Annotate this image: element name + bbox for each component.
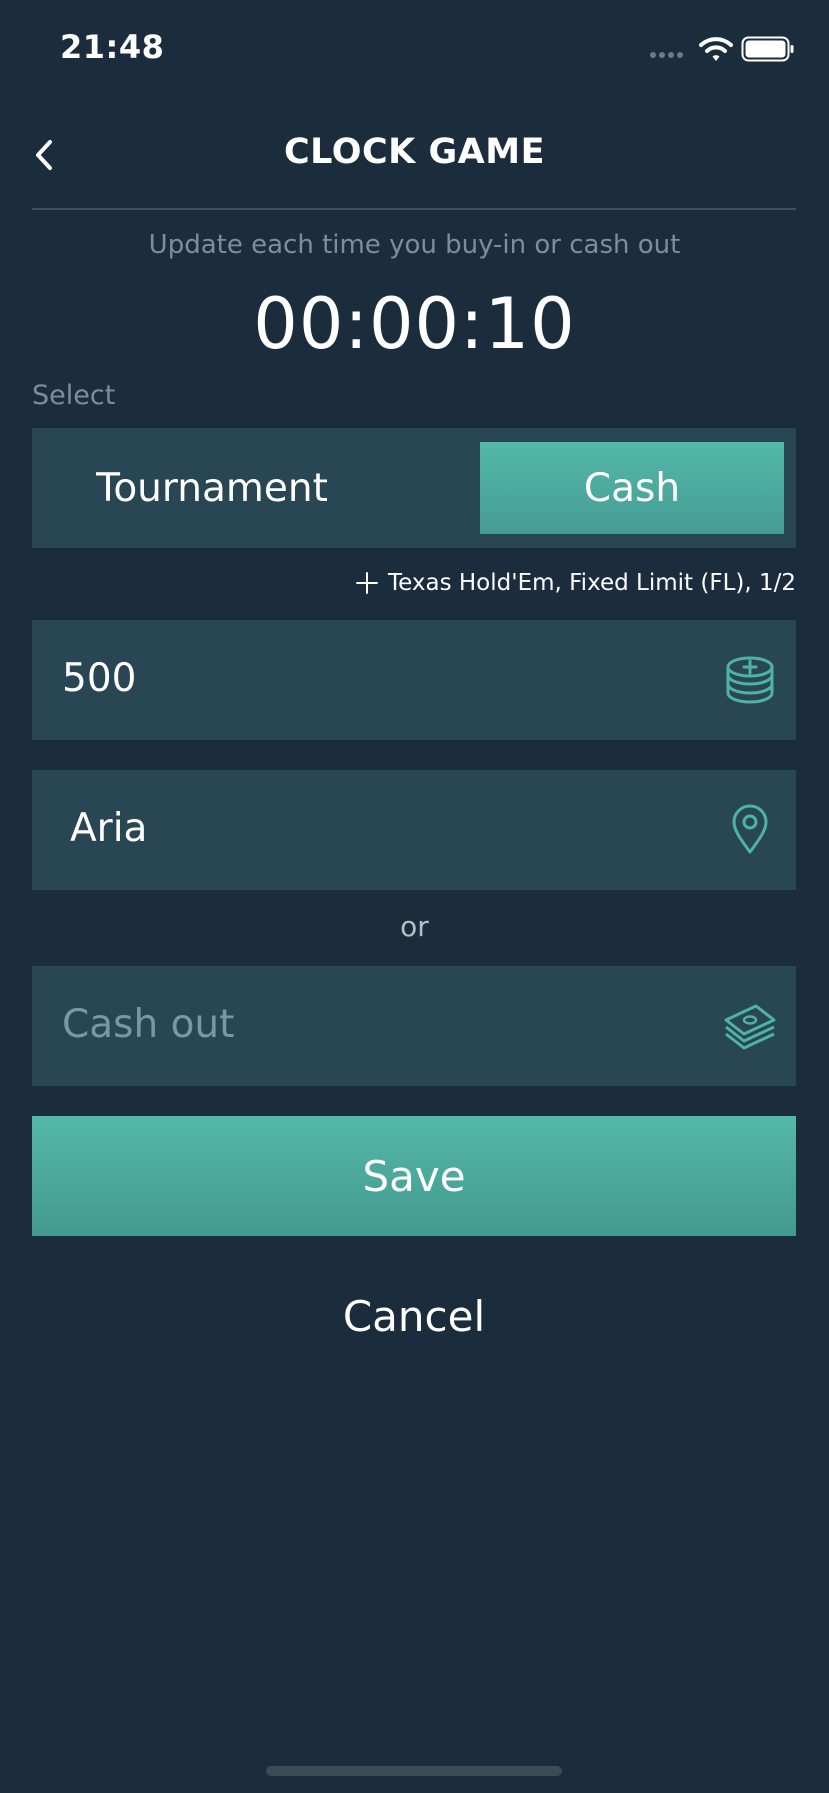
- segment-cash[interactable]: Cash: [480, 442, 784, 534]
- game-details-label: Texas Hold'Em, Fixed Limit (FL), 1/2: [388, 570, 796, 596]
- chips-add-icon[interactable]: [722, 651, 778, 707]
- game-details-link[interactable]: Texas Hold'Em, Fixed Limit (FL), 1/2: [356, 570, 796, 596]
- cash-out-placeholder[interactable]: Cash out: [62, 1002, 234, 1047]
- plus-icon: [356, 572, 378, 594]
- select-label: Select: [32, 380, 116, 411]
- map-pin-icon[interactable]: [722, 801, 778, 857]
- battery-icon: [741, 36, 794, 62]
- update-hint: Update each time you buy-in or cash out: [148, 230, 681, 260]
- or-separator: or: [400, 910, 429, 943]
- segment-tournament[interactable]: Tournament: [32, 428, 392, 548]
- wifi-icon: [699, 37, 733, 61]
- save-button[interactable]: Save: [32, 1116, 796, 1236]
- status-time: 21:48: [60, 28, 165, 66]
- buy-in-field[interactable]: [32, 620, 796, 740]
- cellular-signal-icon: [650, 52, 683, 58]
- buy-in-value[interactable]: 500: [62, 656, 136, 701]
- location-value[interactable]: Aria: [70, 806, 147, 851]
- header-divider: [32, 208, 796, 210]
- cash-stack-icon[interactable]: [722, 997, 778, 1053]
- cancel-button[interactable]: Cancel: [264, 1286, 564, 1346]
- page-title: CLOCK GAME: [283, 132, 546, 172]
- game-timer: 00:00:10: [253, 283, 576, 365]
- home-indicator[interactable]: [266, 1766, 562, 1776]
